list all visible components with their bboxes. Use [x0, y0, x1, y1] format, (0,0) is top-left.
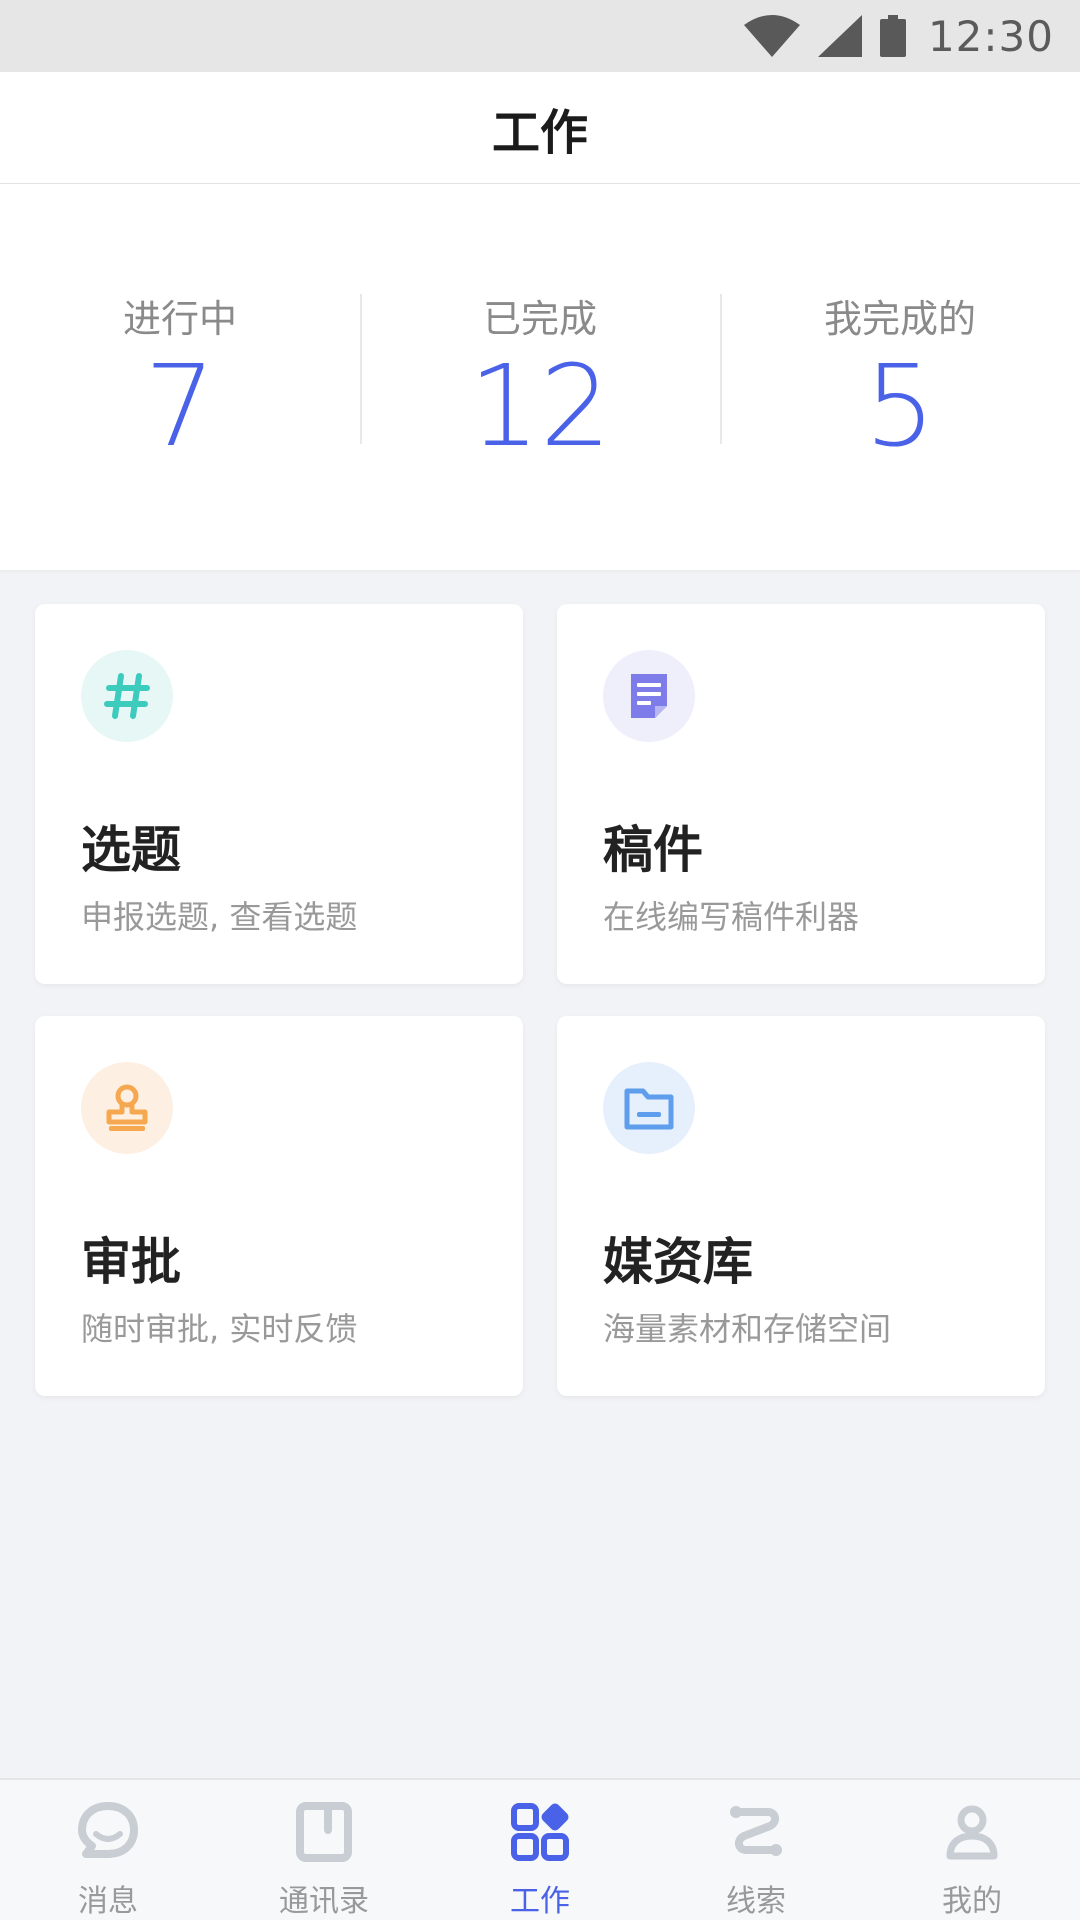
document-icon [603, 650, 695, 742]
work-grid-icon [511, 1803, 569, 1861]
card-description: 申报选题, 查看选题 [81, 898, 358, 936]
card-description: 随时审批, 实时反馈 [81, 1310, 358, 1348]
hash-icon [81, 650, 173, 742]
stat-value: 7 [144, 341, 216, 472]
route-icon [730, 1806, 782, 1856]
stat-label: 我完成的 [823, 296, 976, 341]
stat-in-progress[interactable]: 进行中 7 [0, 288, 360, 467]
profile-icon [946, 1805, 998, 1860]
status-time: 12:30 [927, 11, 1054, 61]
nav-work[interactable]: 工作 [432, 1780, 648, 1920]
nav-contacts[interactable]: 通讯录 [216, 1780, 432, 1920]
card-description: 海量素材和存储空间 [603, 1310, 892, 1348]
card-title: 稿件 [603, 821, 703, 879]
contacts-icon [296, 1802, 352, 1862]
card-topics[interactable]: 选题 申报选题, 查看选题 [35, 604, 523, 984]
nav-messages[interactable]: 消息 [0, 1780, 216, 1920]
status-bar: 12:30 [0, 0, 1080, 72]
stamp-icon [81, 1062, 173, 1154]
stat-value: 5 [864, 341, 936, 472]
nav-label: 消息 [78, 1884, 138, 1919]
app-screen: 12:30 工作 进行中 7 已完成 12 我完成的 5 选题 申报选题, 查看… [0, 0, 1080, 1920]
page-title: 工作 [491, 104, 588, 161]
card-title: 审批 [81, 1233, 181, 1291]
battery-icon [879, 15, 906, 57]
wifi-icon [743, 15, 800, 57]
nav-label: 工作 [510, 1884, 570, 1919]
card-title: 选题 [81, 821, 181, 879]
stat-value: 12 [468, 341, 612, 472]
stat-my-completed[interactable]: 我完成的 5 [720, 288, 1080, 467]
nav-profile[interactable]: 我的 [864, 1780, 1080, 1920]
signal-icon [817, 15, 862, 57]
feature-grid: 选题 申报选题, 查看选题 稿件 在线编写稿件利器 审批 随时审批, 实时反馈 … [35, 604, 1045, 1396]
card-media-library[interactable]: 媒资库 海量素材和存储空间 [557, 1016, 1045, 1396]
stats-panel: 进行中 7 已完成 12 我完成的 5 [0, 184, 1080, 570]
stat-label: 已完成 [482, 296, 597, 341]
bottom-nav: 消息 通讯录 工作 线索 我的 [0, 1778, 1080, 1920]
folder-icon [603, 1062, 695, 1154]
message-icon [78, 1802, 138, 1858]
stat-completed[interactable]: 已完成 12 [360, 288, 720, 467]
card-manuscripts[interactable]: 稿件 在线编写稿件利器 [557, 604, 1045, 984]
card-description: 在线编写稿件利器 [603, 898, 860, 936]
page-header: 工作 [0, 72, 1080, 184]
card-approval[interactable]: 审批 随时审批, 实时反馈 [35, 1016, 523, 1396]
nav-label: 我的 [942, 1884, 1002, 1919]
nav-label: 线索 [726, 1884, 786, 1919]
stat-label: 进行中 [122, 296, 237, 341]
nav-leads[interactable]: 线索 [648, 1780, 864, 1920]
card-title: 媒资库 [603, 1233, 753, 1291]
nav-label: 通讯录 [279, 1884, 369, 1919]
